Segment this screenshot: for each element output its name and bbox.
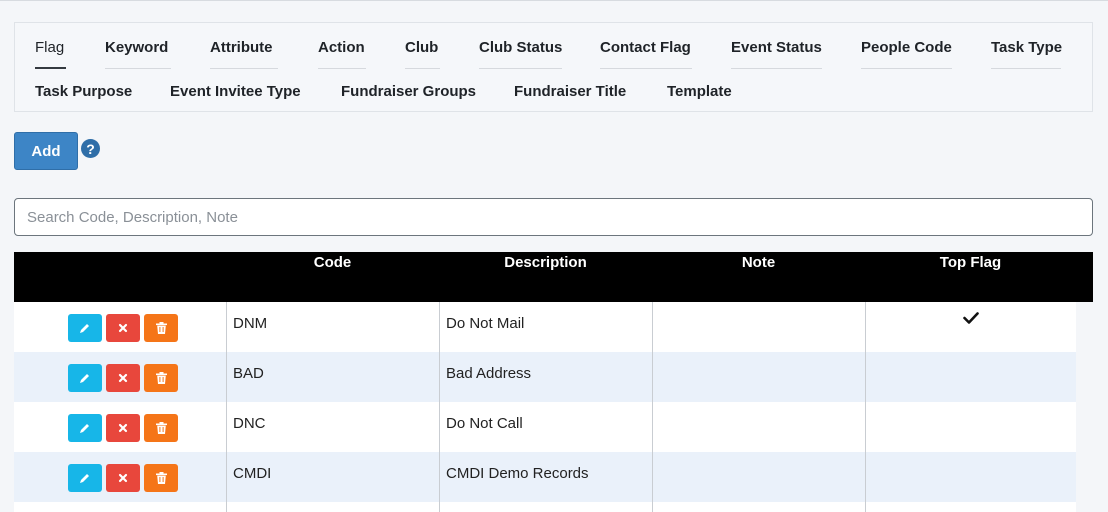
pencil-icon (80, 424, 89, 433)
tab-task-type[interactable]: Task Type (991, 25, 1063, 69)
cancel-button[interactable] (106, 414, 140, 442)
tab-label: Action (318, 38, 365, 56)
delete-button[interactable] (144, 464, 178, 492)
tab-label: Task Type (991, 38, 1063, 56)
code-cell: DNM (226, 302, 439, 352)
x-icon (118, 423, 128, 433)
table-row: BAD Bad Address (14, 352, 1076, 402)
pencil-icon (80, 324, 89, 333)
search-input[interactable] (14, 198, 1093, 236)
tab-label: Contact Flag (600, 38, 691, 56)
tab-label: Fundraiser Groups (341, 82, 477, 100)
tab-task-purpose[interactable]: Task Purpose (35, 69, 133, 113)
tab-event-invitee-type[interactable]: Event Invitee Type (170, 69, 305, 113)
cancel-button[interactable] (106, 314, 140, 342)
tab-label: Event Invitee Type (170, 82, 301, 100)
note-cell (652, 402, 865, 452)
x-icon (118, 323, 128, 333)
description-cell: CMDI Demo Records (439, 452, 652, 502)
edit-button[interactable] (68, 364, 102, 392)
actions-cell (14, 502, 226, 512)
tab-panel: Flag Keyword Attribute Action Club Club … (14, 22, 1093, 112)
top-border (0, 0, 1108, 1)
tab-label: Template (667, 82, 732, 100)
question-circle-icon[interactable]: ? (81, 139, 100, 158)
column-header-actions (14, 252, 226, 274)
cancel-button[interactable] (106, 464, 140, 492)
tab-flag[interactable]: Flag (35, 25, 66, 69)
tab-contact-flag[interactable]: Contact Flag (600, 25, 692, 69)
tab-label: Task Purpose (35, 82, 133, 100)
code-cell: BAD (226, 352, 439, 402)
top-flag-cell (865, 302, 1076, 352)
table-header: Code Description Note Top Flag (14, 252, 1093, 302)
tab-fundraiser-groups[interactable]: Fundraiser Groups (341, 69, 476, 113)
trash-icon (155, 322, 167, 334)
top-flag-cell (865, 502, 1076, 512)
column-header-description[interactable]: Description (439, 252, 652, 274)
tab-action[interactable]: Action (318, 25, 366, 69)
checkmark-icon (963, 312, 979, 324)
tab-people-code[interactable]: People Code (861, 25, 952, 69)
tab-club[interactable]: Club (405, 25, 440, 69)
tab-label: Keyword (105, 38, 169, 56)
table-row: DNC Do Not Call (14, 402, 1076, 452)
pencil-icon (80, 374, 89, 383)
top-flag-cell (865, 352, 1076, 402)
description-cell: Bad Address (439, 352, 652, 402)
table-row: DNM Do Not Mail (14, 302, 1076, 352)
tab-label: People Code (861, 38, 952, 56)
tab-underline (731, 68, 822, 69)
actions-cell (14, 402, 226, 452)
tab-club-status[interactable]: Club Status (479, 25, 562, 69)
delete-button[interactable] (144, 364, 178, 392)
description-cell (439, 502, 652, 512)
note-cell (652, 502, 865, 512)
description-cell: Do Not Mail (439, 302, 652, 352)
x-icon (118, 473, 128, 483)
column-header-code[interactable]: Code (226, 252, 439, 274)
note-cell (652, 302, 865, 352)
top-flag-cell (865, 402, 1076, 452)
tab-template[interactable]: Template (667, 69, 735, 113)
actions-cell (14, 352, 226, 402)
tab-label: Attribute (210, 38, 273, 56)
cancel-button[interactable] (106, 364, 140, 392)
edit-button[interactable] (68, 414, 102, 442)
note-cell (652, 452, 865, 502)
tab-underline (861, 68, 952, 69)
add-button[interactable]: Add (14, 132, 78, 170)
x-icon (118, 373, 128, 383)
tab-label: Club Status (479, 38, 563, 56)
actions-cell (14, 452, 226, 502)
tab-label: Fundraiser Title (514, 82, 627, 100)
edit-button[interactable] (68, 464, 102, 492)
tab-underline (991, 68, 1061, 69)
tab-event-status[interactable]: Event Status (731, 25, 822, 69)
tab-fundraiser-title[interactable]: Fundraiser Title (514, 69, 629, 113)
column-header-note[interactable]: Note (652, 252, 865, 274)
code-cell (226, 502, 439, 512)
trash-icon (155, 422, 167, 434)
description-cell: Do Not Call (439, 402, 652, 452)
tab-label: Club (405, 38, 439, 56)
tab-label: Event Status (731, 38, 822, 56)
edit-button[interactable] (68, 314, 102, 342)
tab-label: Flag (35, 38, 65, 56)
trash-icon (155, 472, 167, 484)
pencil-icon (80, 474, 89, 483)
actions-cell (14, 302, 226, 352)
delete-button[interactable] (144, 414, 178, 442)
delete-button[interactable] (144, 314, 178, 342)
code-cell: DNC (226, 402, 439, 452)
trash-icon (155, 372, 167, 384)
note-cell (652, 352, 865, 402)
column-header-top-flag[interactable]: Top Flag (865, 252, 1076, 274)
code-cell: CMDI (226, 452, 439, 502)
top-flag-cell (865, 452, 1076, 502)
tab-attribute[interactable]: Attribute (210, 25, 278, 69)
tab-keyword[interactable]: Keyword (105, 25, 171, 69)
table-row-partial (14, 502, 1076, 512)
table-row: CMDI CMDI Demo Records (14, 452, 1076, 502)
